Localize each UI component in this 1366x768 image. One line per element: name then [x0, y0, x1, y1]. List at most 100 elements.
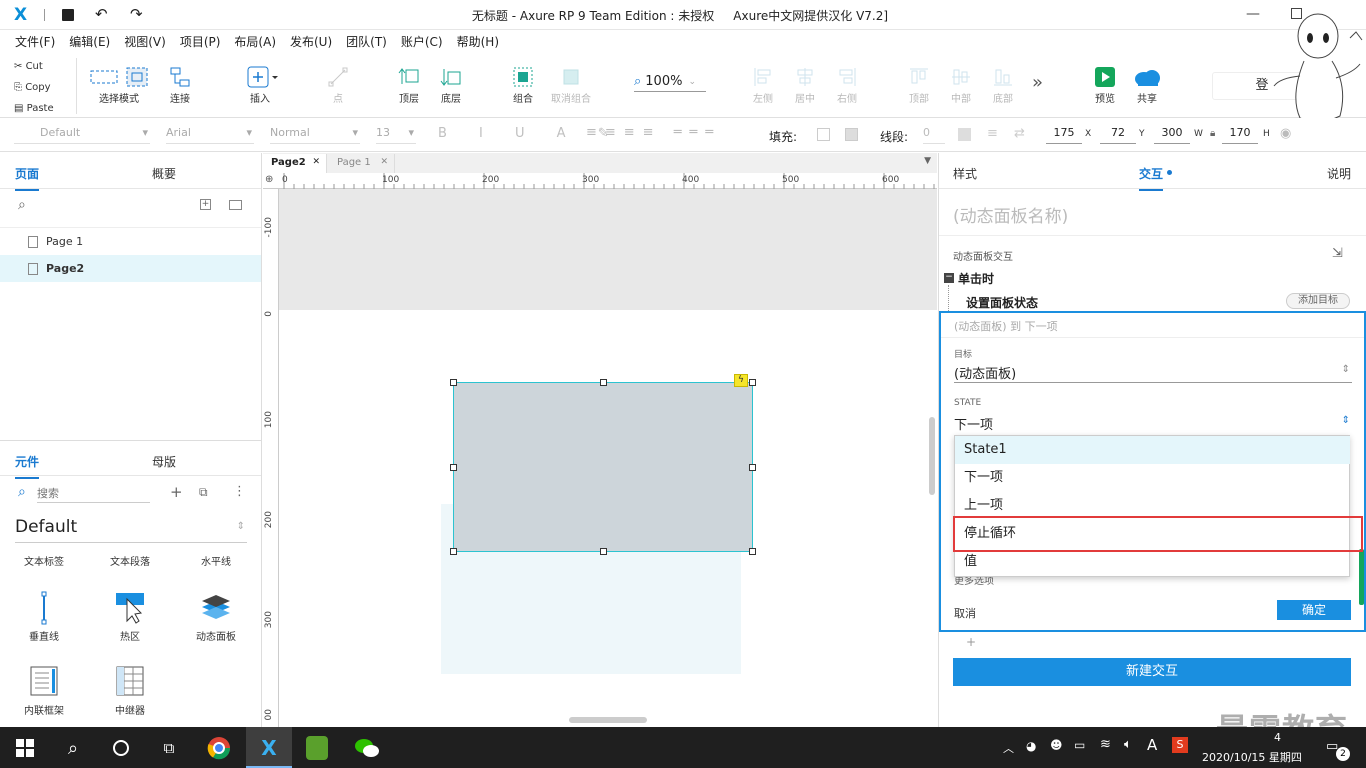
battery-icon[interactable]: ▭ — [1074, 738, 1085, 752]
widget-vline[interactable]: 垂直线 — [4, 591, 84, 643]
share-button[interactable]: 共享 — [1128, 64, 1166, 105]
page-item[interactable]: Page 1 — [0, 228, 261, 255]
menu-team[interactable]: 团队(T) — [339, 30, 394, 54]
ungroup-button[interactable]: 取消组合 — [546, 64, 596, 105]
resize-handle[interactable] — [749, 379, 756, 386]
preview-button[interactable]: 预览 — [1086, 64, 1124, 105]
add-action-plus[interactable]: + — [966, 635, 976, 649]
top-layer-button[interactable]: 顶层 — [390, 64, 428, 105]
size-select[interactable]: 13 ▾ — [376, 126, 416, 144]
wifi-icon[interactable]: ≋ — [1100, 737, 1111, 752]
widget-repeater[interactable]: 中继器 — [90, 665, 170, 717]
tab-widgets[interactable]: 元件 — [15, 453, 40, 479]
folder-icon[interactable] — [229, 200, 242, 210]
search-icon[interactable]: ⌕ — [18, 197, 26, 213]
align-middle-button[interactable]: 中部 — [942, 64, 980, 105]
tab-outline[interactable]: 概要 — [152, 165, 176, 182]
tabs-menu-icon[interactable]: ▼ — [924, 156, 931, 166]
library-copy-icon[interactable]: ⧉ — [199, 485, 208, 500]
fill-color-icon[interactable] — [817, 128, 830, 141]
wechat-icon[interactable] — [352, 733, 382, 763]
resize-handle[interactable] — [749, 548, 756, 555]
dropdown-option[interactable]: 下一项 — [955, 464, 1350, 492]
add-target-button[interactable]: 添加目标 — [1286, 293, 1350, 309]
select-mode-button[interactable]: 选择模式 — [84, 64, 154, 105]
connect-button[interactable]: 连接 — [160, 64, 200, 105]
wechat-tray-icon[interactable]: ◕ — [1026, 739, 1036, 753]
windows-start-icon[interactable] — [10, 733, 40, 763]
widget-hline[interactable]: 水平线 — [176, 553, 256, 568]
close-icon[interactable]: ✕ — [380, 157, 388, 167]
menu-account[interactable]: 账户(C) — [394, 30, 450, 54]
stroke-style-icon[interactable]: ≡ — [987, 126, 998, 141]
stroke-color-icon[interactable] — [958, 128, 971, 141]
group-button[interactable]: 组合 — [504, 64, 542, 105]
w-input[interactable]: 300 — [1154, 126, 1190, 144]
copy-button[interactable]: ⎘ Copy — [4, 77, 74, 98]
minus-box-icon[interactable]: − — [944, 273, 954, 283]
point-button[interactable]: 点 — [318, 64, 358, 105]
menu-file[interactable]: 文件(F) — [8, 30, 62, 54]
dropdown-option[interactable]: 值 — [955, 548, 1350, 576]
widget-inline-frame[interactable]: 内联框架 — [4, 665, 84, 717]
zoom-control[interactable]: ⌕ 100% ⌄ — [634, 72, 706, 92]
vertical-scrollbar[interactable] — [929, 417, 935, 495]
menu-layout[interactable]: 布局(A) — [227, 30, 283, 54]
widget-search-input[interactable] — [37, 485, 150, 503]
resize-handle[interactable] — [450, 548, 457, 555]
menu-project[interactable]: 项目(P) — [173, 30, 228, 54]
volume-icon[interactable]: 🔈︎ — [1124, 737, 1132, 752]
chrome-icon[interactable] — [204, 733, 234, 763]
ruler-origin-icon[interactable]: ⊕ — [265, 174, 273, 185]
stroke-width-input[interactable]: 0 — [923, 126, 945, 144]
widget-paragraph[interactable]: 文本段落 — [90, 553, 170, 568]
editor-scrollbar[interactable] — [1359, 549, 1364, 605]
insert-button[interactable]: 插入 — [240, 64, 280, 105]
x-input[interactable]: 175 — [1046, 126, 1082, 144]
text-align-icons[interactable]: ≡≡≡≡ ═══ — [586, 125, 721, 140]
ime-icon[interactable]: A — [1147, 736, 1157, 754]
resize-handle[interactable] — [749, 464, 756, 471]
tab-style[interactable]: 样式 — [953, 165, 977, 182]
resize-handle[interactable] — [600, 379, 607, 386]
lightning-icon[interactable]: ϟ — [734, 374, 748, 387]
tab-notes[interactable]: 说明 — [1327, 165, 1351, 182]
tab-interactions[interactable]: 交互 — [1139, 165, 1173, 191]
design-canvas[interactable]: ϟ — [279, 189, 937, 727]
paste-button[interactable]: ▤ Paste — [4, 98, 74, 119]
tray-expand-icon[interactable]: ︿ — [1003, 740, 1014, 756]
search-icon[interactable]: ⌕ — [58, 733, 88, 763]
y-input[interactable]: 72 — [1100, 126, 1136, 144]
resize-handle[interactable] — [450, 464, 457, 471]
widget-dynamic-panel[interactable]: 动态面板 — [176, 591, 256, 643]
align-center-button[interactable]: 居中 — [786, 64, 824, 105]
minimize-icon[interactable]: — — [1246, 6, 1260, 22]
more-vertical-icon[interactable]: ⋮ — [233, 484, 246, 499]
add-page-icon[interactable]: + — [200, 199, 211, 210]
align-top-button[interactable]: 顶部 — [900, 64, 938, 105]
state-select[interactable]: 下一项 ⇕ — [954, 414, 1352, 434]
align-bottom-button[interactable]: 底部 — [984, 64, 1022, 105]
clock-date[interactable]: 2020/10/15 星期四 — [1202, 749, 1302, 765]
clock-time[interactable]: 4 — [1274, 731, 1281, 744]
redo-icon[interactable]: ↷ — [130, 5, 143, 23]
cortana-icon[interactable] — [106, 733, 136, 763]
menu-view[interactable]: 视图(V) — [117, 30, 173, 54]
align-right-button[interactable]: 右侧 — [828, 64, 866, 105]
weight-select[interactable]: Normal ▾ — [270, 126, 360, 144]
cancel-button[interactable]: 取消 — [954, 605, 976, 621]
bottom-layer-button[interactable]: 底层 — [432, 64, 470, 105]
close-icon[interactable]: ✕ — [312, 157, 320, 167]
page-item-selected[interactable]: Page2 — [0, 255, 261, 282]
axure-taskbar-icon[interactable]: X — [246, 727, 292, 768]
tab-page2[interactable]: Page2 ✕ — [263, 154, 327, 173]
tab-pages[interactable]: 页面 — [15, 165, 40, 191]
library-select[interactable]: Default ⇕ — [15, 517, 247, 543]
widget-label[interactable]: 文本标签 — [4, 553, 84, 568]
collapse-icon[interactable]: ⇲ — [1332, 246, 1343, 261]
resize-handle[interactable] — [450, 379, 457, 386]
cut-button[interactable]: ✂ Cut — [4, 56, 74, 77]
align-left-button[interactable]: 左侧 — [744, 64, 782, 105]
confirm-button[interactable]: 确定 — [1277, 600, 1351, 620]
h-input[interactable]: 170 — [1222, 126, 1258, 144]
